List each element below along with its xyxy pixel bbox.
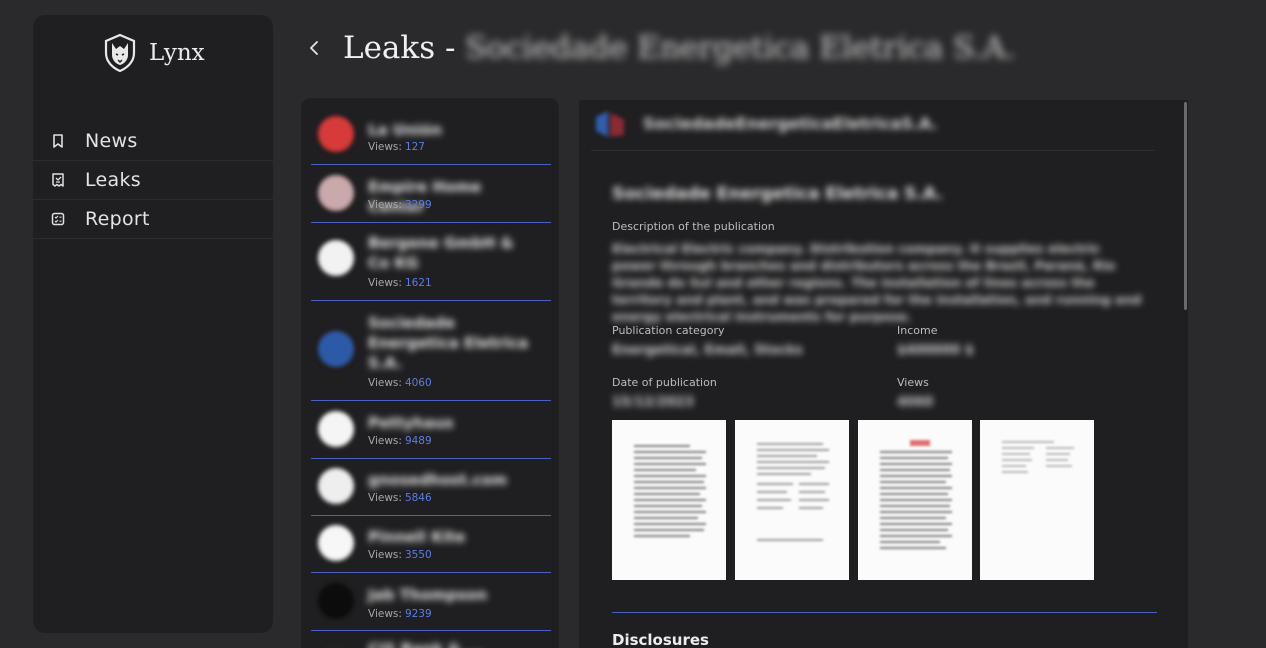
list-item[interactable]: Empire Home Center Views: 3299 bbox=[311, 165, 551, 223]
leaks-list: La Unión Views: 127 Empire Home Center Vi… bbox=[301, 98, 559, 648]
leak-detail: SociedadeEnergeticaEletricaS.A. Sociedad… bbox=[579, 100, 1188, 648]
page-title-org: Sociedade Energetica Eletrica S.A. bbox=[465, 30, 1016, 66]
category-value: Energetical, Email, Stocks bbox=[612, 343, 803, 358]
brand[interactable]: Lynx bbox=[101, 33, 205, 73]
company-name: Bergene GmbH & Co KG bbox=[368, 234, 514, 272]
list-item[interactable]: gnosedhost.com Views: 5846 bbox=[311, 459, 551, 516]
views-count: Views: 127 bbox=[368, 141, 425, 153]
document-preview bbox=[757, 443, 829, 541]
sidebar-item-label: Leaks bbox=[85, 169, 141, 191]
list-item[interactable]: Jab Thompson Views: 9239 bbox=[311, 573, 551, 631]
wolf-shield-icon bbox=[104, 33, 136, 73]
section-divider bbox=[612, 612, 1157, 613]
bookmark-icon bbox=[53, 134, 63, 148]
document-thumbnail[interactable] bbox=[980, 420, 1094, 580]
company-avatar bbox=[318, 468, 354, 504]
company-name: La Unión bbox=[368, 121, 442, 139]
detail-header: SociedadeEnergeticaEletricaS.A. bbox=[591, 100, 1155, 151]
company-avatar bbox=[318, 116, 354, 152]
sidebar-item-label: Report bbox=[85, 208, 150, 230]
views-count: Views: 9239 bbox=[368, 608, 432, 620]
views-count: Views: 3550 bbox=[368, 549, 432, 561]
document-preview bbox=[634, 445, 706, 537]
list-item[interactable]: Sociedade Energetica Eletrica S.A. Views… bbox=[311, 301, 551, 401]
page-title: Leaks - Sociedade Energetica Eletrica S.… bbox=[343, 30, 1015, 66]
list-item[interactable]: Bergene GmbH & Co KG Views: 1621 bbox=[311, 223, 551, 301]
sidebar: Lynx News Leaks Report bbox=[33, 15, 273, 633]
company-avatar bbox=[318, 331, 354, 367]
views-count: Views: 5846 bbox=[368, 492, 432, 504]
company-avatar bbox=[318, 175, 354, 211]
description-text: Electrical Electric company. Distributio… bbox=[612, 241, 1142, 324]
company-logo-icon bbox=[596, 111, 624, 137]
list-item[interactable]: La Unión Views: 127 bbox=[311, 98, 551, 165]
checklist-icon bbox=[51, 212, 65, 226]
disclosures-heading: Disclosures bbox=[612, 631, 709, 648]
views-count: Views: 9489 bbox=[368, 435, 432, 447]
company-avatar bbox=[318, 240, 354, 276]
company-avatar bbox=[318, 643, 354, 648]
document-thumbnail[interactable] bbox=[735, 420, 849, 580]
document-preview bbox=[880, 440, 952, 549]
publication-title: Sociedade Energetica Eletrica S.A. bbox=[612, 184, 943, 204]
sidebar-nav: News Leaks Report bbox=[33, 122, 273, 239]
company-name: CIS Bank & ... bbox=[368, 639, 538, 648]
sidebar-item-report[interactable]: Report bbox=[33, 200, 273, 239]
document-preview bbox=[1002, 441, 1074, 473]
company-name: Jab Thompson bbox=[368, 586, 488, 604]
back-chevron-icon[interactable] bbox=[306, 38, 322, 58]
description-label: Description of the publication bbox=[612, 220, 775, 233]
company-name: Sociedade Energetica Eletrica S.A. bbox=[368, 314, 529, 372]
document-thumbnail[interactable] bbox=[612, 420, 726, 580]
views-count: Views: 4060 bbox=[368, 377, 432, 389]
receipt-icon bbox=[52, 173, 64, 187]
income-value: $400000 $ bbox=[897, 343, 974, 358]
list-item[interactable]: Pinnell Kite Views: 3550 bbox=[311, 516, 551, 573]
company-avatar bbox=[318, 411, 354, 447]
company-name: gnosedhost.com bbox=[368, 471, 508, 489]
company-avatar bbox=[318, 525, 354, 561]
list-item[interactable]: Pettyhaus Views: 9489 bbox=[311, 401, 551, 459]
document-thumbnail[interactable] bbox=[858, 420, 972, 580]
views-value: 4060 bbox=[897, 395, 934, 410]
views-label: Views bbox=[897, 376, 929, 389]
views-count: Views: 3299 bbox=[368, 199, 432, 211]
detail-header-name: SociedadeEnergeticaEletricaS.A. bbox=[643, 114, 938, 133]
list-item[interactable]: CIS Bank & ... bbox=[311, 631, 551, 648]
company-name: Pinnell Kite bbox=[368, 528, 466, 546]
sidebar-item-news[interactable]: News bbox=[33, 122, 273, 161]
sidebar-item-label: News bbox=[85, 130, 138, 152]
brand-name: Lynx bbox=[149, 40, 205, 66]
income-label: Income bbox=[897, 324, 938, 337]
category-label: Publication category bbox=[612, 324, 725, 337]
company-avatar bbox=[318, 583, 354, 619]
company-name: Pettyhaus bbox=[368, 414, 454, 432]
page-title-prefix: Leaks - bbox=[343, 30, 466, 66]
date-label: Date of publication bbox=[612, 376, 717, 389]
company-name: Empire Home Center bbox=[368, 178, 482, 216]
scrollbar[interactable] bbox=[1184, 102, 1187, 310]
sidebar-item-leaks[interactable]: Leaks bbox=[33, 161, 273, 200]
views-count: Views: 1621 bbox=[368, 277, 432, 289]
date-value: 15/12/2023 bbox=[612, 395, 694, 410]
